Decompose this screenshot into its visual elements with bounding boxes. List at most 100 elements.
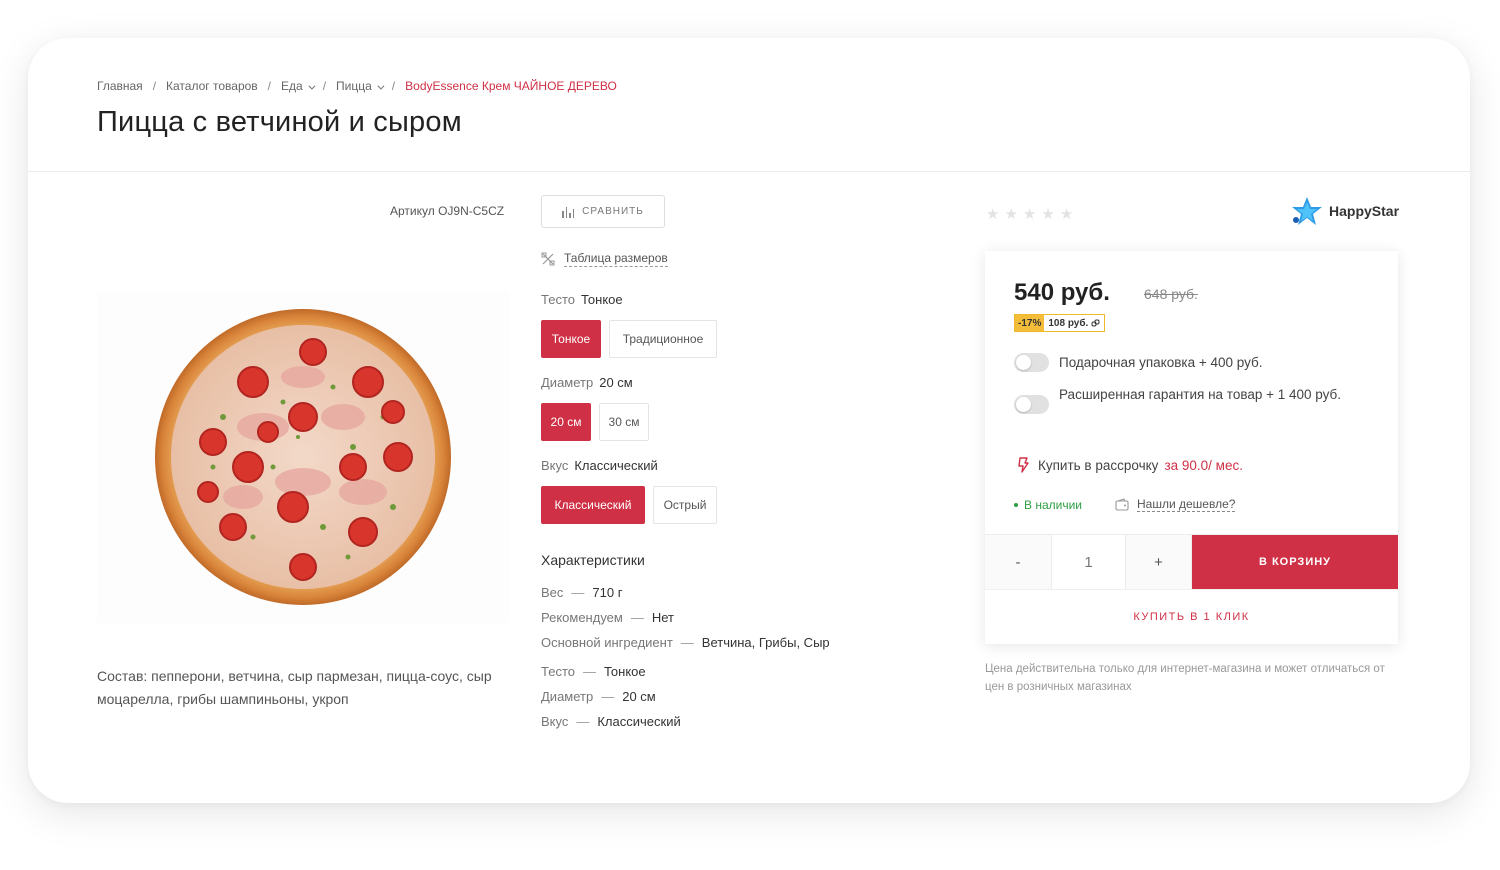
compare-label: СРАВНИТЬ	[582, 206, 644, 217]
quantity-row: - 1 + В КОРЗИНУ	[985, 534, 1398, 589]
char-dash: —	[680, 635, 694, 650]
wallet-icon	[1115, 498, 1129, 511]
quantity-minus-button[interactable]: -	[985, 535, 1052, 589]
installment-amount: за 90.0/ мес.	[1164, 457, 1243, 473]
addon-label: Подарочная упаковка + 400 руб.	[1059, 355, 1263, 370]
star-icon[interactable]: ★	[1023, 205, 1036, 223]
found-cheaper-label: Нашли дешевле?	[1137, 497, 1236, 512]
char-dash: —	[571, 585, 585, 600]
old-price: 648 руб.	[1144, 286, 1198, 302]
char-value: Ветчина, Грибы, Сыр	[701, 635, 830, 650]
size-table-label: Таблица размеров	[564, 251, 668, 267]
composition-text: Состав: пепперони, ветчина, сыр пармезан…	[97, 668, 492, 707]
char-dash: —	[582, 664, 596, 679]
char-row-ingredient: Основной ингредиент — Ветчина, Грибы, Сыр	[541, 635, 830, 650]
link-icon	[1091, 319, 1100, 326]
header-divider	[28, 171, 1470, 172]
quantity-input[interactable]: 1	[1052, 535, 1126, 589]
taste-options: Классический Острый	[541, 486, 717, 524]
breadcrumb-home[interactable]: Главная	[97, 79, 143, 93]
dough-selected: Тонкое	[580, 292, 623, 307]
add-to-cart-button[interactable]: В КОРЗИНУ	[1192, 535, 1398, 589]
breadcrumb-catalog[interactable]: Каталог товаров	[166, 79, 258, 93]
char-row-diameter: Диаметр — 20 см	[541, 689, 656, 704]
taste-option-classic[interactable]: Классический	[541, 486, 645, 524]
characteristics-title: Характеристики	[541, 552, 645, 568]
char-dash: —	[601, 689, 615, 704]
star-icon[interactable]: ★	[1004, 205, 1017, 223]
sku-label: Артикул OJ9N-C5CZ	[390, 204, 505, 218]
discount-percent: -17%	[1015, 315, 1045, 331]
breadcrumb-separator: /	[152, 79, 157, 93]
char-dash: —	[630, 610, 644, 625]
compare-button[interactable]: СРАВНИТЬ	[541, 195, 665, 228]
warranty-toggle[interactable]	[1014, 395, 1049, 414]
dough-options: Тонкое Традиционное	[541, 320, 717, 358]
compare-icon	[562, 206, 575, 218]
gift-wrap-toggle[interactable]	[1014, 353, 1049, 372]
diameter-option-30[interactable]: 30 см	[599, 403, 649, 441]
ruler-icon	[541, 252, 555, 266]
diameter-options: 20 см 30 см	[541, 403, 649, 441]
stock-dot-icon	[1014, 503, 1018, 507]
page-title: Пицца с ветчиной и сыром	[97, 106, 462, 138]
char-row-taste: Вкус — Классический	[541, 714, 681, 729]
product-image[interactable]	[97, 291, 509, 623]
char-name: Рекомендуем	[541, 610, 623, 625]
taste-option-label: Вкус Классический	[541, 458, 658, 473]
discount-badge: -17% 108 руб.	[1014, 314, 1106, 332]
pizza-image	[155, 309, 451, 605]
dough-option-thin[interactable]: Тонкое	[541, 320, 601, 358]
brand-logo[interactable]: HappyStar	[1290, 196, 1399, 226]
star-icon[interactable]: ★	[986, 205, 999, 223]
buy-box: 540 руб. 648 руб. -17% 108 руб. Подарочн…	[985, 251, 1398, 644]
installment-label: Купить в рассрочку	[1038, 457, 1159, 473]
diameter-selected: 20 см	[599, 375, 633, 390]
current-price: 540 руб.	[1014, 279, 1110, 306]
char-name: Диаметр	[541, 689, 594, 704]
addon-gift-wrap[interactable]: Подарочная упаковка + 400 руб.	[1014, 353, 1359, 372]
brand-name: HappyStar	[1329, 203, 1400, 219]
char-name: Вес	[541, 585, 564, 600]
char-name: Основной ингредиент	[541, 635, 673, 650]
discount-amount-wrap: 108 руб.	[1044, 315, 1105, 331]
installment-icon	[1018, 457, 1029, 473]
char-value: 20 см	[622, 689, 656, 704]
addon-warranty[interactable]: Расширенная гарантия на товар + 1 400 ру…	[1014, 385, 1359, 414]
stock-status: В наличии	[1014, 498, 1082, 512]
price-note: Цена действительна только для интернет-м…	[985, 663, 1385, 693]
installment-link[interactable]: Купить в рассрочку за 90.0/ мес.	[1016, 456, 1243, 474]
star-logo-icon	[1292, 197, 1322, 225]
star-icon[interactable]: ★	[1060, 205, 1073, 223]
breadcrumb-pizza[interactable]: Пицца	[336, 79, 385, 93]
breadcrumb-pizza-label: Пицца	[336, 79, 372, 93]
breadcrumb: Главная / Каталог товаров / Еда / Пицца …	[97, 79, 617, 93]
dough-option-traditional[interactable]: Традиционное	[609, 320, 717, 358]
quantity-plus-button[interactable]: +	[1126, 535, 1192, 589]
rating-stars[interactable]: ★ ★ ★ ★ ★	[986, 205, 1073, 223]
breadcrumb-food-label: Еда	[281, 79, 303, 93]
dough-option-label: Тесто Тонкое	[541, 292, 623, 307]
breadcrumb-separator: /	[322, 79, 327, 93]
diameter-option-label: Диаметр 20 см	[541, 375, 633, 390]
char-row-weight: Вес — 710 г	[541, 585, 622, 600]
char-row-recommend: Рекомендуем — Нет	[541, 610, 674, 625]
dough-label: Тесто	[541, 292, 575, 307]
chevron-down-icon	[377, 82, 385, 90]
size-table-link[interactable]: Таблица размеров	[541, 251, 668, 267]
diameter-option-20[interactable]: 20 см	[541, 403, 591, 441]
buy-one-click-button[interactable]: КУПИТЬ В 1 КЛИК	[985, 589, 1398, 644]
found-cheaper-link[interactable]: Нашли дешевле?	[1115, 497, 1236, 512]
breadcrumb-food[interactable]: Еда	[281, 79, 316, 93]
char-value: 710 г	[592, 585, 623, 600]
star-icon[interactable]: ★	[1041, 205, 1054, 223]
char-dash: —	[576, 714, 590, 729]
char-row-dough: Тесто — Тонкое	[541, 664, 646, 679]
breadcrumb-separator: /	[391, 79, 396, 93]
char-value: Классический	[597, 714, 681, 729]
diameter-label: Диаметр	[541, 375, 594, 390]
taste-option-spicy[interactable]: Острый	[653, 486, 717, 524]
addon-label: Расширенная гарантия на товар + 1 400 ру…	[1059, 387, 1342, 402]
chevron-down-icon	[308, 82, 316, 90]
breadcrumb-separator: /	[267, 79, 272, 93]
